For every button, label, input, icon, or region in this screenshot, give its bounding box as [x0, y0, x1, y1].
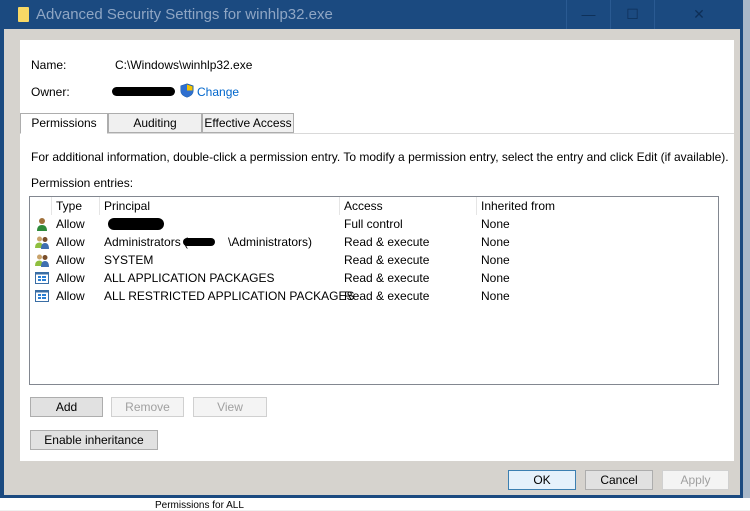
ok-button[interactable]: OK	[508, 470, 576, 490]
background-window: Permissions for ALL	[0, 498, 750, 511]
column-header-inherited-from[interactable]: Inherited from	[477, 197, 718, 215]
redacted-domain	[183, 238, 215, 246]
cell-access: Read & execute	[344, 253, 430, 267]
cell-inherited-from: None	[481, 253, 510, 267]
cell-principal: ALL APPLICATION PACKAGES	[104, 271, 275, 285]
title-bar[interactable]: Advanced Security Settings for winhlp32.…	[0, 0, 743, 29]
cell-access: Read & execute	[344, 271, 430, 285]
redacted-principal	[108, 218, 164, 230]
cell-access: Read & execute	[344, 235, 430, 249]
cell-access: Full control	[344, 217, 403, 231]
cell-type: Allow	[56, 271, 85, 285]
folder-icon	[18, 7, 29, 22]
uac-shield-icon	[180, 83, 194, 98]
table-row[interactable]: Allow SYSTEM Read & execute None	[30, 251, 718, 269]
cell-inherited-from: None	[481, 217, 510, 231]
column-header-access[interactable]: Access	[340, 197, 477, 215]
app-packages-icon	[35, 272, 49, 284]
table-row[interactable]: AllowAdministrators ( \Administrators)Re…	[30, 233, 718, 251]
cell-type: Allow	[56, 289, 85, 303]
column-header-principal[interactable]: Principal	[100, 197, 340, 215]
info-text: For additional information, double-click…	[31, 150, 729, 164]
apply-button[interactable]: Apply	[662, 470, 729, 490]
window-title: Advanced Security Settings for winhlp32.…	[36, 6, 333, 23]
app-packages-icon	[35, 290, 49, 302]
add-button[interactable]: Add	[30, 397, 103, 417]
table-row[interactable]: Allow Full control None	[30, 215, 718, 233]
table-row[interactable]: Allow ALL RESTRICTED APPLICATION PACKAGES…	[30, 287, 718, 305]
permission-entries-label: Permission entries:	[31, 176, 134, 190]
column-header-type[interactable]: Type	[52, 197, 100, 215]
view-button[interactable]: View	[193, 397, 267, 417]
name-label: Name:	[31, 58, 67, 72]
name-value: C:\Windows\winhlp32.exe	[115, 58, 253, 72]
enable-inheritance-button[interactable]: Enable inheritance	[30, 430, 158, 450]
cell-inherited-from: None	[481, 271, 510, 285]
cell-type: Allow	[56, 217, 85, 231]
cell-access: Read & execute	[344, 289, 430, 303]
column-header-icon	[30, 197, 52, 215]
cell-inherited-from: None	[481, 289, 510, 303]
table-row[interactable]: Allow ALL APPLICATION PACKAGES Read & exec…	[30, 269, 718, 287]
close-button[interactable]: ✕	[654, 0, 743, 29]
user-icon	[37, 218, 47, 231]
group-icon	[35, 236, 49, 249]
maximize-button[interactable]: ☐	[610, 0, 654, 29]
cell-type: Allow	[56, 235, 85, 249]
cell-principal: SYSTEM	[104, 253, 154, 267]
owner-label: Owner:	[31, 85, 70, 99]
cancel-button[interactable]: Cancel	[585, 470, 653, 490]
remove-button[interactable]: Remove	[111, 397, 184, 417]
tab-effective-access[interactable]: Effective Access	[202, 113, 294, 133]
cell-inherited-from: None	[481, 235, 510, 249]
redacted-owner	[112, 87, 175, 96]
cell-type: Allow	[56, 253, 85, 267]
tab-auditing[interactable]: Auditing	[108, 113, 202, 133]
permission-entries-list[interactable]: Type Principal Access Inherited from All…	[29, 196, 719, 385]
cell-principal: ALL RESTRICTED APPLICATION PACKAGES	[104, 289, 355, 303]
group-icon	[35, 254, 49, 267]
change-owner-link[interactable]: Change	[197, 85, 239, 99]
minimize-button[interactable]: —	[566, 0, 610, 29]
tab-permissions[interactable]: Permissions	[20, 113, 108, 134]
